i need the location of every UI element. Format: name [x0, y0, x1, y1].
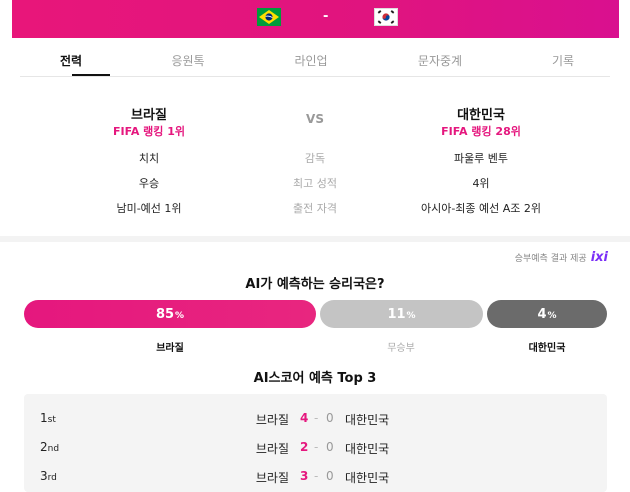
score-away-team: 대한민국 — [345, 413, 390, 427]
score-home-goals: 3 — [300, 469, 309, 483]
best-result-label: 최고 성적 — [293, 177, 337, 190]
score-away-team: 대한민국 — [345, 471, 390, 485]
coach-label: 감독 — [304, 152, 326, 165]
home-qualification: 남미-예선 1위 — [116, 202, 182, 215]
win-probability-value: 85 — [155, 306, 175, 322]
away-qualification: 아시아-최종 예선 A조 2위 — [420, 202, 542, 215]
draw-probability-bar: 11% — [320, 300, 483, 328]
korea-flag-icon — [374, 8, 398, 26]
score-separator: - — [314, 440, 319, 454]
home-team-name: 브라질 — [131, 108, 167, 123]
away-team-rank: FIFA 랭킹 28위 — [441, 125, 521, 138]
win-probability-unit: % — [175, 310, 185, 321]
active-tab-indicator — [72, 74, 110, 76]
win-probability-bar: 85% — [24, 300, 316, 328]
away-team-name: 대한민국 — [457, 108, 505, 123]
draw-probability-unit: % — [406, 310, 416, 321]
tab-cheer-talk[interactable]: 응원톡 — [171, 52, 204, 69]
qualification-label: 출전 자격 — [293, 202, 337, 215]
away-best-result: 4위 — [472, 177, 490, 190]
header-separator: - — [323, 9, 329, 24]
draw-label: 무승부 — [387, 343, 415, 354]
score-row: 2nd 브라질 2 - 0 대한민국 — [24, 433, 607, 461]
match-header: - — [12, 0, 619, 38]
tab-lineup-stats[interactable]: 전력 — [60, 52, 82, 69]
score-rank: 2nd — [40, 440, 60, 454]
draw-probability-value: 11 — [387, 306, 406, 322]
score-separator: - — [314, 469, 319, 483]
brazil-flag-icon — [257, 8, 281, 26]
score-rank: 1st — [40, 411, 56, 425]
section-divider — [0, 236, 630, 242]
provider-text: 승부예측 결과 제공 — [514, 254, 587, 264]
ai-prediction-title: AI가 예측하는 승리국은? — [245, 277, 385, 292]
score-prediction-list: 1st 브라질 4 - 0 대한민국 2nd 브라질 2 - 0 대한민국 3r… — [24, 394, 607, 492]
lose-label: 대한민국 — [528, 343, 566, 354]
score-rank: 3rd — [40, 469, 57, 483]
tab-live-text[interactable]: 문자중계 — [418, 52, 462, 69]
score-separator: - — [314, 411, 319, 425]
away-coach: 파울루 벤투 — [453, 152, 509, 165]
score-prediction-title: AI스코어 예측 Top 3 — [253, 371, 377, 386]
tab-bar: 전력 응원톡 라인업 문자중계 기록 — [20, 46, 610, 77]
home-team-rank: FIFA 랭킹 1위 — [112, 125, 186, 138]
score-row: 3rd 브라질 3 - 0 대한민국 — [24, 462, 607, 490]
score-row: 1st 브라질 4 - 0 대한민국 — [24, 404, 607, 432]
vs-label: VS — [306, 112, 324, 126]
score-away-team: 대한민국 — [345, 442, 390, 456]
score-home-team: 브라질 — [255, 413, 289, 427]
lose-probability-value: 4 — [537, 306, 547, 322]
score-home-goals: 2 — [300, 440, 309, 454]
score-away-goals: 0 — [326, 469, 334, 483]
score-home-goals: 4 — [300, 411, 309, 425]
prediction-provider: 승부예측 결과 제공 ixi — [515, 250, 608, 265]
score-away-goals: 0 — [326, 411, 334, 425]
score-home-team: 브라질 — [255, 442, 289, 456]
home-best-result: 우승 — [138, 177, 160, 190]
lose-probability-unit: % — [547, 310, 557, 321]
score-away-goals: 0 — [326, 440, 334, 454]
lose-probability-bar: 4% — [487, 300, 607, 328]
score-home-team: 브라질 — [255, 471, 289, 485]
home-coach: 치치 — [138, 152, 160, 165]
win-label: 브라질 — [156, 343, 184, 354]
ixi-logo: ixi — [590, 250, 608, 265]
tab-records[interactable]: 기록 — [552, 52, 574, 69]
tab-lineup[interactable]: 라인업 — [294, 52, 327, 69]
